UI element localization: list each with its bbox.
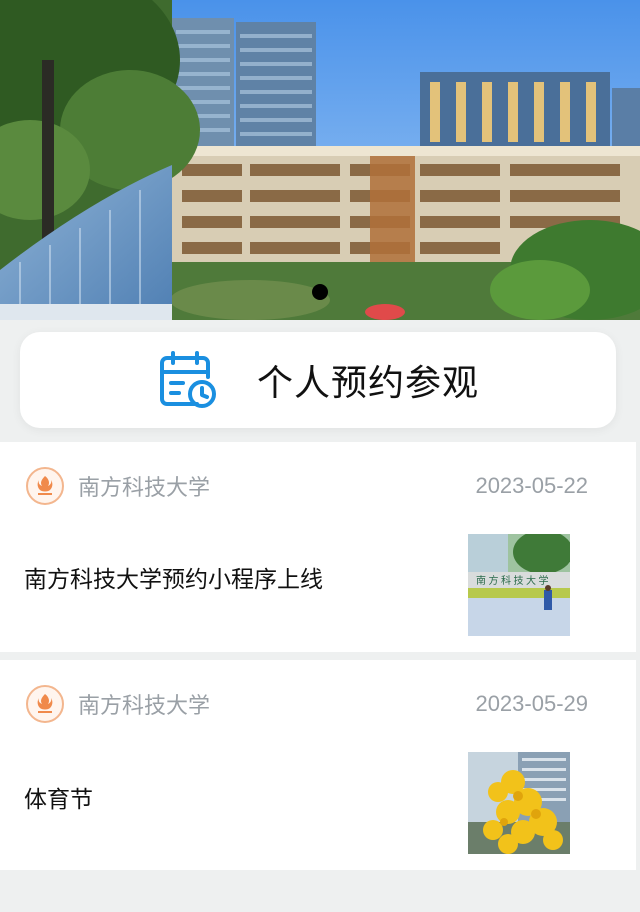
news-title: 南方科技大学预约小程序上线: [24, 567, 323, 593]
banner-image: [0, 0, 640, 320]
university-logo-icon: [26, 467, 64, 505]
news-list-item[interactable]: 南方科技大学 2023-05-29 体育节: [0, 660, 636, 870]
news-title: 体育节: [24, 787, 93, 813]
carousel-indicator: [0, 283, 640, 301]
news-thumbnail-campus-entrance: 南 方 科 技 大 学: [468, 534, 570, 636]
personal-visit-reservation-button[interactable]: 个人预约参观: [20, 332, 616, 428]
news-meta: 南方科技大学 2023-05-29: [26, 685, 588, 723]
news-meta: 南方科技大学 2023-05-22: [26, 467, 588, 505]
news-thumbnail-yellow-flowers: [468, 752, 570, 854]
news-source: 南方科技大学: [78, 476, 211, 501]
news-date: 2023-05-29: [475, 691, 588, 716]
news-date: 2023-05-22: [475, 473, 588, 498]
university-logo-icon: [26, 685, 64, 723]
reserve-label: 个人预约参观: [256, 363, 479, 404]
news-list-item[interactable]: 南方科技大学 2023-05-22 南方科技大学预约小程序上线 南 方 科 技 …: [0, 442, 636, 652]
carousel-dot-active[interactable]: [312, 284, 328, 300]
banner-carousel[interactable]: [0, 0, 640, 320]
svg-text:南 方 科 技 大 学: 南 方 科 技 大 学: [476, 574, 549, 587]
calendar-clock-icon: [159, 351, 216, 408]
news-source: 南方科技大学: [78, 694, 211, 719]
